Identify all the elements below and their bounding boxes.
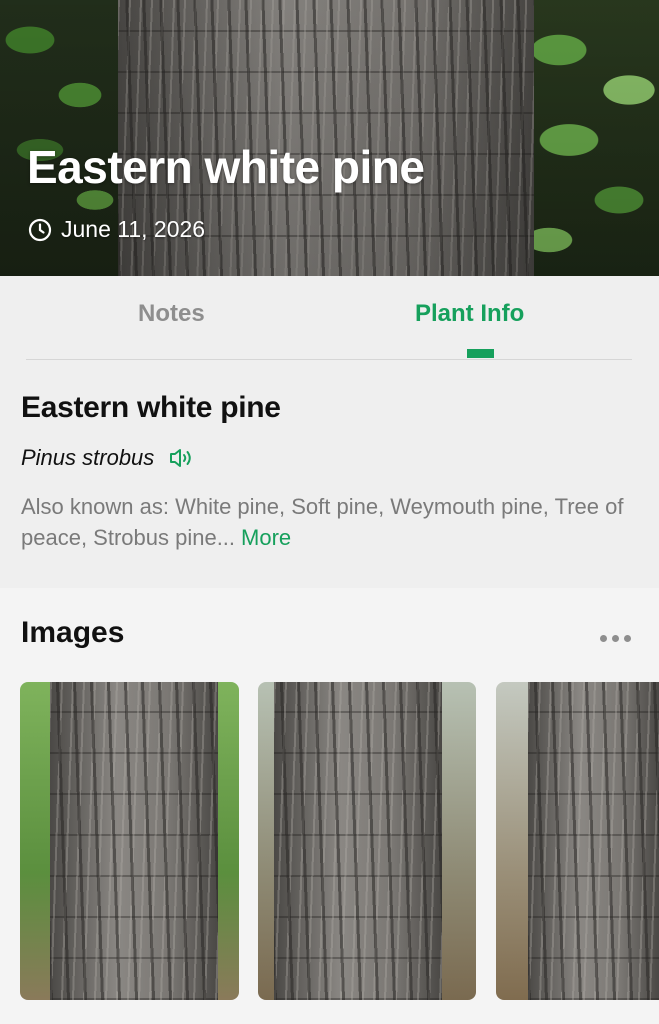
scientific-name: Pinus strobus: [21, 445, 155, 470]
tab-notes[interactable]: Notes: [138, 300, 205, 328]
image-thumbnail-2[interactable]: [258, 682, 476, 1000]
more-dots-icon[interactable]: [600, 629, 636, 642]
also-known-as: Also known as: White pine, Soft pine, We…: [21, 491, 641, 553]
images-title: Images: [21, 616, 125, 649]
hero-date: June 11, 2026: [28, 216, 205, 243]
scientific-name-row: Pinus strobus: [21, 445, 194, 471]
speaker-icon[interactable]: [168, 447, 194, 469]
tab-bar: Notes Plant Info: [26, 276, 632, 360]
clock-icon: [28, 218, 52, 241]
common-name: Eastern white pine: [21, 391, 281, 424]
active-tab-indicator: [467, 349, 494, 358]
image-thumbnail-1[interactable]: [20, 682, 239, 1000]
bark-photo: [50, 682, 218, 1000]
plant-card: Notes Plant Info Eastern white pine Pinu…: [0, 276, 659, 1024]
bark-photo: [528, 682, 659, 1000]
hero-title: Eastern white pine: [27, 141, 425, 193]
also-known-as-text: Also known as: White pine, Soft pine, We…: [21, 494, 624, 550]
hero-image: Eastern white pine June 11, 2026: [0, 0, 659, 278]
more-link[interactable]: More: [241, 525, 291, 550]
images-section: Images: [0, 588, 659, 1024]
image-thumbnail-3[interactable]: [496, 682, 659, 1000]
tab-plant-info[interactable]: Plant Info: [415, 300, 524, 328]
bark-photo: [274, 682, 442, 1000]
date-text: June 11, 2026: [61, 216, 206, 242]
